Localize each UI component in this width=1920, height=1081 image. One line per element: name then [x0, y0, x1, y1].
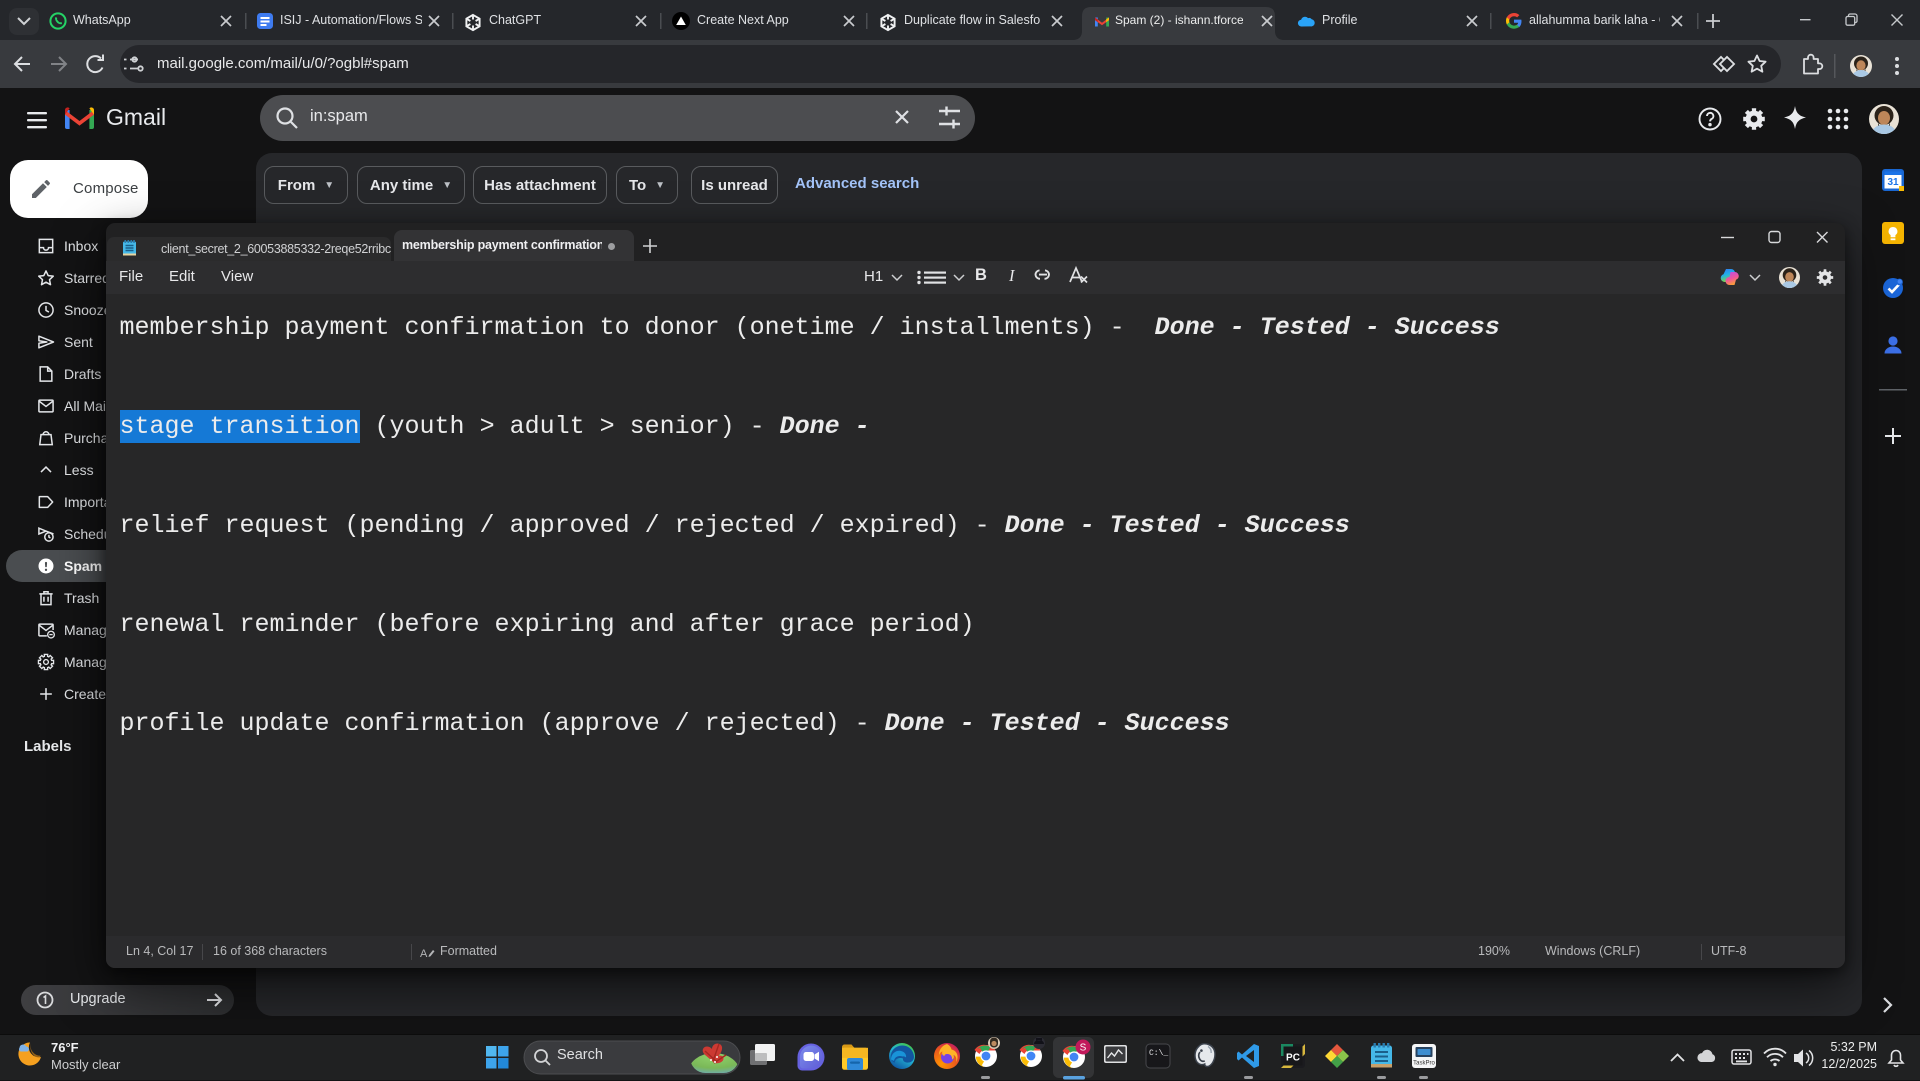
svg-text:TaskPro: TaskPro — [1413, 1061, 1435, 1067]
svg-text:C:\_: C:\_ — [1149, 1049, 1168, 1058]
svg-text:31: 31 — [1887, 177, 1899, 188]
svg-text:PC: PC — [1286, 1053, 1300, 1064]
svg-text:S: S — [1080, 1043, 1087, 1054]
svg-text:A: A — [420, 948, 428, 960]
